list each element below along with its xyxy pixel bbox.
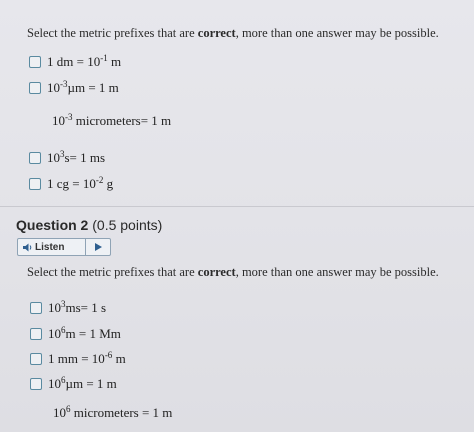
prompt-bold-text: correct <box>197 26 236 40</box>
checkbox-icon[interactable] <box>30 302 42 314</box>
q1-option-1-label: 1 dm = 10-1 m <box>47 53 122 70</box>
q2-option-4-label: 106µm = 1 m <box>48 375 117 392</box>
prompt-text-end: , more than one answer may be possible. <box>235 265 439 279</box>
q2-option-4[interactable]: 106µm = 1 m <box>30 374 117 394</box>
checkbox-icon[interactable] <box>30 328 42 340</box>
q2-option-1[interactable]: 103ms= 1 s <box>30 298 106 318</box>
question-number: Question 2 <box>16 217 89 233</box>
checkbox-icon[interactable] <box>29 152 41 164</box>
listen-label: Listen <box>35 241 65 253</box>
checkbox-icon[interactable] <box>29 56 41 68</box>
checkbox-icon[interactable] <box>30 353 42 365</box>
q1-note: 10-3 micrometers= 1 m <box>52 112 172 129</box>
question2-prompt: Select the metric prefixes that are corr… <box>27 265 439 280</box>
prompt-text-end: , more than one answer may be possible. <box>235 26 439 40</box>
q1-option-2-label: 10-3µm = 1 m <box>47 79 119 96</box>
q1-option-4-label: 1 cg = 10-2 g <box>47 175 114 192</box>
play-icon <box>94 243 102 251</box>
q2-option-2-label: 106m = 1 Mm <box>48 325 121 342</box>
q1-option-3[interactable]: 103s= 1 ms <box>29 148 105 168</box>
quiz-page: Select the metric prefixes that are corr… <box>0 0 474 432</box>
question1-prompt: Select the metric prefixes that are corr… <box>27 26 439 41</box>
prompt-text: Select the metric prefixes that are <box>27 265 198 279</box>
q2-option-1-label: 103ms= 1 s <box>48 299 107 316</box>
section-divider <box>0 206 474 207</box>
checkbox-icon[interactable] <box>29 178 41 190</box>
q2-option-3-label: 1 mm = 10-6 m <box>48 350 126 367</box>
prompt-bold-text: correct <box>197 265 236 279</box>
q1-option-4[interactable]: 1 cg = 10-2 g <box>29 174 113 194</box>
q1-option-3-label: 103s= 1 ms <box>47 149 106 166</box>
listen-button[interactable]: Listen <box>18 239 86 255</box>
speaker-icon <box>23 243 32 252</box>
checkbox-icon[interactable] <box>29 82 41 94</box>
q2-option-3[interactable]: 1 mm = 10-6 m <box>30 349 126 369</box>
q1-option-1[interactable]: 1 dm = 10-1 m <box>29 52 121 72</box>
question2-title: Question 2 (0.5 points) <box>16 217 162 233</box>
q2-note: 106 micrometers = 1 m <box>53 404 173 421</box>
q2-option-2[interactable]: 106m = 1 Mm <box>30 324 121 344</box>
prompt-text: Select the metric prefixes that are <box>27 26 198 40</box>
play-button[interactable] <box>86 239 110 255</box>
question-points: (0.5 points) <box>92 217 163 233</box>
q1-option-2[interactable]: 10-3µm = 1 m <box>29 78 119 98</box>
listen-widget: Listen <box>17 238 111 256</box>
checkbox-icon[interactable] <box>30 378 42 390</box>
